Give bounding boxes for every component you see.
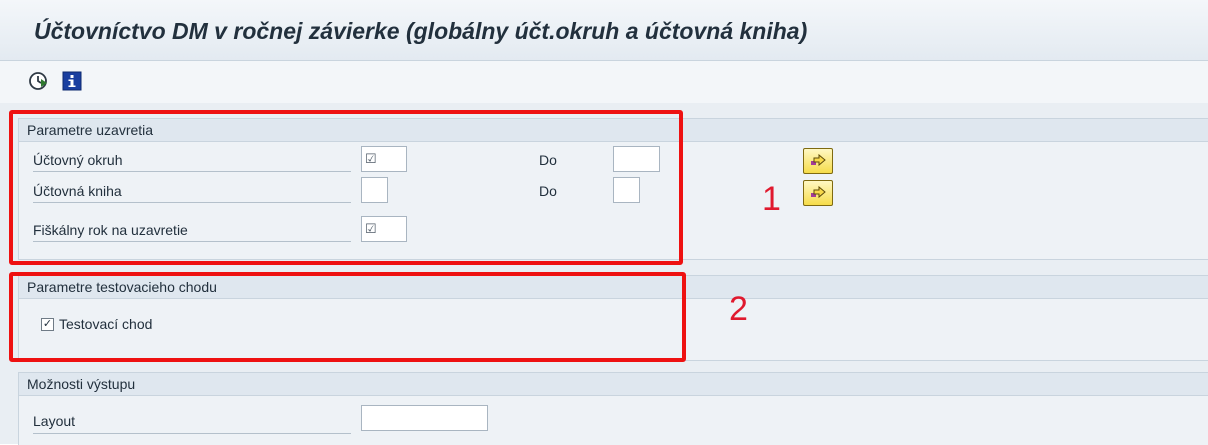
group-header-output: Možnosti výstupu <box>19 373 1208 396</box>
title-bar: Účtovníctvo DM v ročnej závierke (globál… <box>0 0 1208 61</box>
fiscal-year-label: Fiškálny rok na uzavretie <box>33 222 188 238</box>
page-title: Účtovníctvo DM v ročnej závierke (globál… <box>34 18 808 44</box>
arrow-right-icon <box>811 154 826 167</box>
group-header-test-run: Parametre testovacieho chodu <box>19 276 1208 299</box>
info-icon[interactable] <box>62 71 82 91</box>
test-run-checkbox[interactable]: ✓ <box>41 318 54 331</box>
company-code-to-field[interactable] <box>613 146 660 172</box>
callout-number-1: 1 <box>762 180 781 218</box>
fiscal-year-field[interactable]: ☑ <box>361 216 407 242</box>
required-check-icon: ☑ <box>365 151 377 166</box>
ledger-to-field[interactable] <box>613 177 640 203</box>
company-code-label: Účtovný okruh <box>33 152 123 168</box>
ledger-label: Účtovná kniha <box>33 183 122 199</box>
required-check-icon: ☑ <box>365 221 377 236</box>
toolbar <box>0 61 1208 103</box>
group-test-run-parameters: Parametre testovacieho chodu ✓ Testovací… <box>18 275 1208 361</box>
test-run-label[interactable]: Testovací chod <box>59 316 152 332</box>
group-closing-parameters: Parametre uzavretia Účtovný okruh ☑ Do Ú… <box>18 118 1208 260</box>
company-code-to-label: Do <box>539 152 557 168</box>
row-company-code: Účtovný okruh ☑ Do <box>19 145 719 173</box>
layout-label: Layout <box>33 413 76 429</box>
multiple-selection-button-ledger[interactable] <box>803 180 833 206</box>
multiple-selection-button-company-code[interactable] <box>803 148 833 174</box>
label-underline <box>33 241 351 242</box>
group-output-options: Možnosti výstupu Layout <box>18 372 1208 445</box>
arrow-right-icon <box>811 186 826 199</box>
label-underline <box>33 433 351 434</box>
row-fiscal-year: Fiškálny rok na uzavretie ☑ <box>19 214 719 242</box>
company-code-from-field[interactable]: ☑ <box>361 146 407 172</box>
layout-field[interactable] <box>361 405 488 431</box>
ledger-to-label: Do <box>539 183 557 199</box>
label-underline <box>33 171 351 172</box>
selection-screen: Parametre uzavretia Účtovný okruh ☑ Do Ú… <box>0 103 1208 445</box>
label-underline <box>33 202 351 203</box>
execute-clock-icon[interactable] <box>28 71 48 91</box>
ledger-from-field[interactable] <box>361 177 388 203</box>
row-ledger: Účtovná kniha Do <box>19 176 719 204</box>
callout-number-2: 2 <box>729 290 748 328</box>
group-header-closing: Parametre uzavretia <box>19 119 1208 142</box>
